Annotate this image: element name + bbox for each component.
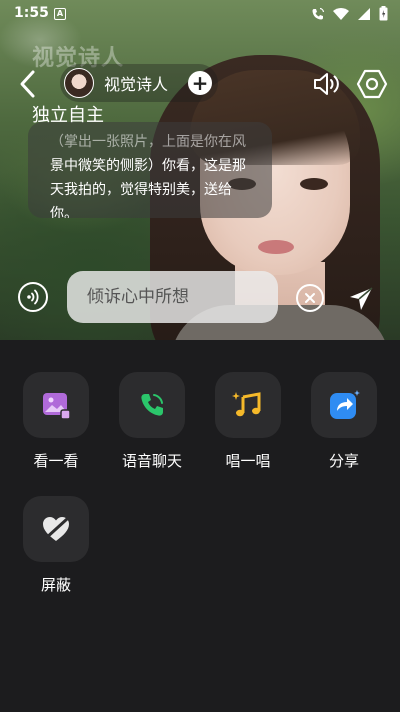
phone-icon [141,394,163,416]
photo-eye-right [300,178,328,190]
plus-icon: + [191,71,209,95]
chevron-left-icon [20,70,35,98]
sound-button[interactable] [312,70,342,98]
feature-tile[interactable] [119,372,185,438]
share-icon [330,390,360,419]
wifi-icon [333,7,349,20]
settings-button[interactable] [356,68,388,100]
signal-icon [358,7,370,20]
voice-wave-icon [27,289,39,305]
message-line: （掌出一张照片，上面是你在风 [50,134,246,150]
battery-icon [379,6,388,21]
feature-label: 语音聊天 [121,452,182,470]
back-button[interactable] [16,68,40,100]
speaker-icon [314,73,339,95]
clear-input-button[interactable] [296,284,324,312]
feature-tile[interactable] [215,372,281,438]
wifi-call-icon [312,7,325,19]
feature-block[interactable]: 屏蔽 [16,496,96,595]
feature-share[interactable]: 分享 [304,372,384,471]
feature-label: 看一看 [33,452,79,470]
character-name: 视觉诗人 [104,75,169,94]
status-icons [311,6,388,21]
notification-app-icon: A [54,8,66,20]
feature-voice-chat[interactable]: 语音聊天 [112,372,192,471]
music-icon [232,392,261,417]
feature-tile[interactable] [23,496,89,562]
message-line: 景中微笑的侧影）你看，这是那 [50,158,246,174]
message-input-placeholder: 倾诉心中所想 [87,287,189,307]
feature-label: 分享 [328,452,359,470]
message-input[interactable]: 倾诉心中所想 [67,271,278,323]
status-bar: 1:55 A [0,0,400,28]
feature-tile[interactable] [23,372,89,438]
hexagon-settings-icon [356,69,388,99]
message-line: 天我拍的，觉得特别美，送给 [50,182,232,198]
feature-label: 唱一唱 [225,452,271,470]
avatar[interactable] [64,68,94,98]
close-icon [305,293,315,303]
feature-sing[interactable]: 唱一唱 [208,372,288,471]
status-time: 1:55 [14,5,49,21]
image-icon [43,393,71,420]
character-message-bubble: （掌出一张照片，上面是你在风 景中微笑的侧影）你看，这是那 天我拍的，觉得特别美… [28,122,272,218]
photo-lips [258,240,294,254]
follow-button[interactable]: + [188,71,212,95]
send-button[interactable] [348,286,374,312]
send-icon [350,287,373,310]
message-line: 你。 [50,206,78,218]
feature-label: 屏蔽 [40,576,71,594]
feature-tile[interactable] [311,372,377,438]
voice-input-button[interactable] [18,282,48,312]
block-heart-icon [43,517,69,541]
feature-look[interactable]: 看一看 [16,372,96,471]
character-profile-pill[interactable]: 视觉诗人 + [60,64,218,102]
